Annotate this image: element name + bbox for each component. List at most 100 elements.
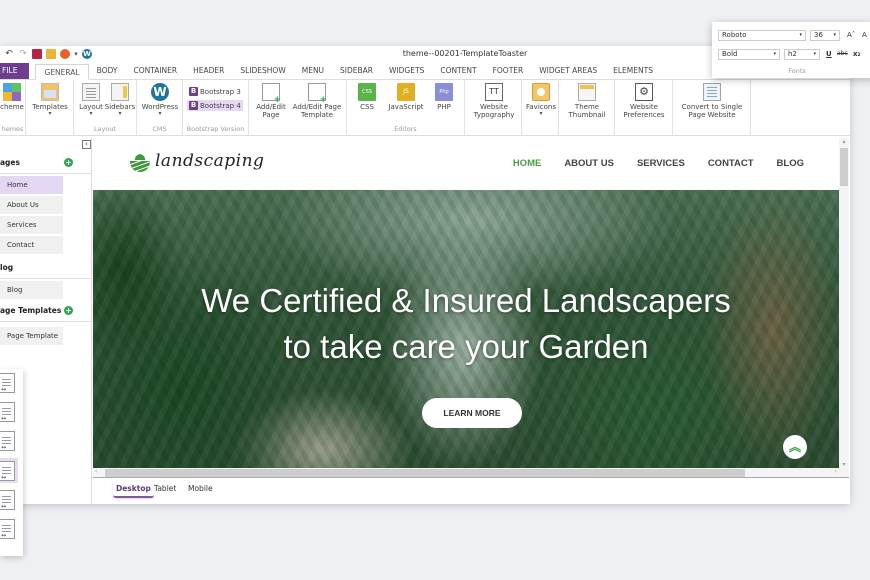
tab-widgets[interactable]: WIDGETS [381, 63, 432, 79]
preferences-group: ⚙ Website Preferences [615, 80, 673, 136]
nav-about-us[interactable]: ABOUT US [564, 158, 614, 169]
bootstrap-4-option[interactable]: B Bootstrap 4 [187, 100, 243, 111]
learn-more-button[interactable]: LEARN MORE [422, 398, 522, 428]
preferences-label-2: Preferences [623, 111, 665, 119]
layout-preset-icon[interactable] [0, 431, 15, 451]
pages-section-title: ages [0, 158, 20, 167]
strikethrough-button[interactable]: abc [837, 50, 848, 57]
page-template-item[interactable]: Page Template [0, 327, 63, 345]
nav-services[interactable]: SERVICES [637, 158, 685, 169]
templates-button[interactable]: Templates ▾ [30, 83, 70, 117]
scroll-to-top-icon[interactable]: ︽ [783, 435, 807, 459]
add-page-icon [262, 83, 281, 104]
divider [0, 173, 92, 174]
add-page-template-icon[interactable]: + [64, 306, 73, 315]
heading-select[interactable]: h2 ▾ [784, 49, 820, 60]
tab-general[interactable]: GENERAL [35, 64, 89, 80]
tab-menu[interactable]: MENU [294, 63, 332, 79]
css-editor-button[interactable]: CSS CSS [352, 83, 382, 111]
horizontal-scrollbar[interactable]: ‹ › [93, 468, 849, 478]
css-icon: CSS [358, 83, 376, 101]
chevron-down-icon: ▾ [48, 110, 52, 117]
page-item-contact[interactable]: Contact [0, 236, 63, 254]
wordpress-button[interactable]: W WordPress ▾ [140, 83, 180, 117]
add-page-icon[interactable]: + [64, 158, 73, 167]
tab-header[interactable]: HEADER [185, 63, 232, 79]
underline-button[interactable]: U [826, 50, 832, 58]
javascript-editor-button[interactable]: JS JavaScript [385, 83, 427, 111]
page-item-services[interactable]: Services [0, 216, 63, 234]
layout-preset-icon[interactable] [0, 490, 15, 510]
font-family-select[interactable]: Roboto ▾ [718, 30, 806, 41]
pages-group: Add/Edit Page Add/Edit Page Template [249, 80, 347, 136]
tab-elements[interactable]: ELEMENTS [605, 63, 661, 79]
tab-body[interactable]: BODY [89, 63, 126, 79]
pages-section-header: ages + [0, 158, 92, 172]
page-item-home[interactable]: Home [0, 176, 63, 194]
app-window: ↶ ↷ ▾ W theme--00201-TemplateToaster FIL… [0, 46, 850, 504]
tab-content[interactable]: CONTENT [432, 63, 484, 79]
tab-desktop[interactable]: Desktop [113, 481, 154, 498]
chevron-down-icon: ▾ [773, 51, 776, 57]
layout-preset-icon[interactable] [0, 373, 15, 393]
chevron-down-icon: ▾ [833, 32, 836, 38]
themes-group-label: hemes [1, 125, 24, 133]
divider [0, 278, 92, 279]
layout-button[interactable]: Layout ▾ [77, 83, 105, 117]
bootstrap-3-option[interactable]: B Bootstrap 3 [187, 86, 243, 97]
scrollbar-thumb[interactable] [105, 469, 745, 477]
favicons-group: Favicons ▾ [522, 80, 559, 136]
favicons-button[interactable]: Favicons ▾ [524, 83, 558, 117]
scheme-button[interactable]: cheme [0, 83, 26, 111]
nav-home[interactable]: HOME [513, 158, 542, 169]
layout-preset-icon[interactable] [0, 461, 15, 481]
add-edit-page-button[interactable]: Add/Edit Page [253, 83, 289, 119]
page-templates-section-title: age Templates [0, 306, 62, 315]
scroll-left-icon[interactable]: ‹ [95, 468, 97, 475]
tab-mobile[interactable]: Mobile [185, 481, 216, 496]
scroll-down-icon[interactable]: ▾ [839, 461, 849, 468]
font-weight-select[interactable]: Bold ▾ [718, 49, 780, 60]
single-page-icon [703, 83, 721, 101]
scrollbar-thumb[interactable] [840, 148, 848, 186]
blog-section-title: log [0, 263, 14, 272]
scroll-up-icon[interactable]: ▴ [839, 138, 849, 145]
tab-container[interactable]: CONTAINER [125, 63, 185, 79]
typography-label-2: Typography [473, 111, 515, 119]
typography-group: TT Website Typography [465, 80, 522, 136]
bootstrap-icon: B [189, 87, 198, 96]
grow-font-button[interactable]: Aˆ [847, 31, 855, 39]
tab-sidebar[interactable]: SIDEBAR [332, 63, 381, 79]
php-icon: Php [435, 83, 453, 101]
chevron-down-icon: ▾ [813, 51, 816, 57]
add-edit-page-template-button[interactable]: Add/Edit Page Template [289, 83, 345, 119]
nav-contact[interactable]: CONTACT [708, 158, 754, 169]
subscript-button[interactable]: x₂ [853, 50, 861, 58]
tab-file[interactable]: FILE [0, 63, 30, 79]
nav-blog[interactable]: BLOG [777, 158, 804, 169]
website-typography-button[interactable]: TT Website Typography [469, 83, 519, 119]
shrink-font-button[interactable]: A [862, 31, 867, 39]
typography-icon: TT [485, 83, 503, 101]
site-logo[interactable]: landscaping [129, 150, 264, 172]
tab-footer[interactable]: FOOTER [485, 63, 532, 79]
layout-preset-icon[interactable] [0, 519, 15, 539]
page-item-about-us[interactable]: About Us [0, 196, 63, 214]
add-edit-template-label: Add/Edit Page [292, 103, 342, 111]
font-family-value: Roboto [722, 31, 747, 39]
website-preferences-button[interactable]: ⚙ Website Preferences [618, 83, 670, 119]
php-editor-button[interactable]: Php PHP [429, 83, 459, 111]
tab-widget-areas[interactable]: WIDGET AREAS [531, 63, 605, 79]
font-size-select[interactable]: 36 ▾ [810, 30, 840, 41]
vertical-scrollbar[interactable]: ▴ ▾ [839, 138, 849, 468]
layout-preset-icon[interactable] [0, 402, 15, 422]
blog-item[interactable]: Blog [0, 281, 63, 299]
sidebars-button[interactable]: Sidebars ▾ [104, 83, 136, 117]
theme-thumbnail-button[interactable]: Theme Thumbnail [563, 83, 611, 119]
tab-slideshow[interactable]: SLIDESHOW [232, 63, 293, 79]
collapse-panel-button[interactable]: ‹ [82, 140, 91, 149]
convert-single-page-button[interactable]: Convert to Single Page Website [676, 83, 748, 119]
color-scheme-icon [3, 83, 21, 101]
scroll-right-icon[interactable]: › [835, 468, 837, 475]
tab-tablet[interactable]: Tablet [151, 481, 179, 496]
